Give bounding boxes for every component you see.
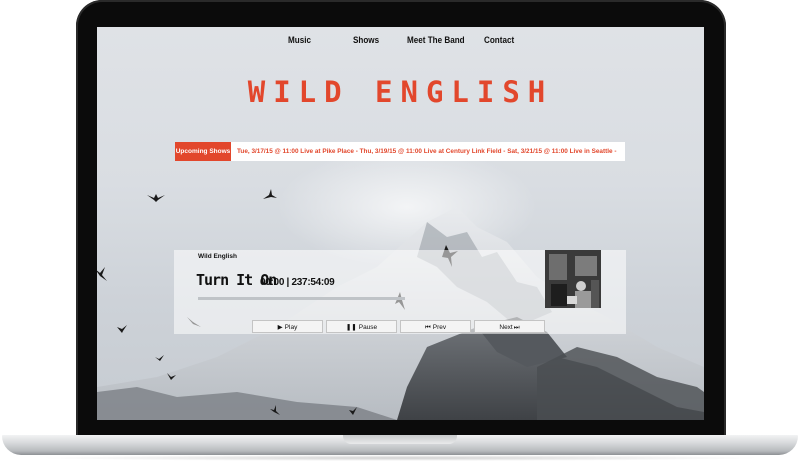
progress-bar[interactable]	[198, 297, 405, 300]
website-screen: Music Shows Meet The Band Contact WILD E…	[97, 27, 704, 420]
upcoming-shows-label[interactable]: Upcoming Shows	[175, 142, 231, 161]
nav-meet-the-band[interactable]: Meet The Band	[407, 35, 465, 45]
nav-music[interactable]: Music	[288, 35, 311, 45]
bird-icon	[270, 405, 280, 415]
player-time: 00:00 | 237:54:09	[260, 277, 335, 288]
bird-icon	[349, 407, 357, 415]
bird-icon	[147, 194, 165, 202]
player-artist: Wild English	[198, 253, 237, 260]
next-button[interactable]: Next⏭	[474, 320, 545, 333]
album-photo	[545, 250, 601, 308]
pause-button[interactable]: ❚❚ Pause	[326, 320, 397, 333]
bird-icon	[97, 267, 107, 281]
pause-label: Pause	[358, 324, 378, 331]
laptop-shadow	[40, 455, 760, 461]
main-nav: Music Shows Meet The Band Contact	[97, 35, 704, 55]
bird-icon	[117, 325, 127, 333]
bird-icon	[167, 373, 176, 380]
upcoming-shows-bar: Upcoming Shows Tue, 3/17/15 @ 11:00 Live…	[175, 142, 625, 161]
band-title: WILD ENGLISH	[247, 75, 554, 109]
nav-contact[interactable]: Contact	[484, 35, 514, 45]
next-icon: ⏭	[513, 324, 520, 331]
nav-shows[interactable]: Shows	[353, 35, 379, 45]
pause-icon: ❚❚	[345, 324, 357, 331]
prev-label: Prev	[432, 324, 447, 331]
upcoming-shows-ticker: Tue, 3/17/15 @ 11:00 Live at Pike Place …	[237, 148, 617, 155]
album-art	[545, 250, 601, 308]
bird-icon	[263, 189, 277, 199]
play-icon: ▶	[277, 324, 283, 331]
prev-icon: ⏮	[424, 324, 431, 331]
next-label: Next	[499, 324, 513, 331]
play-label: Play	[284, 324, 298, 331]
laptop-notch	[343, 435, 457, 444]
play-button[interactable]: ▶ Play	[252, 320, 323, 333]
bird-icon	[155, 355, 164, 361]
prev-button[interactable]: ⏮ Prev	[400, 320, 471, 333]
